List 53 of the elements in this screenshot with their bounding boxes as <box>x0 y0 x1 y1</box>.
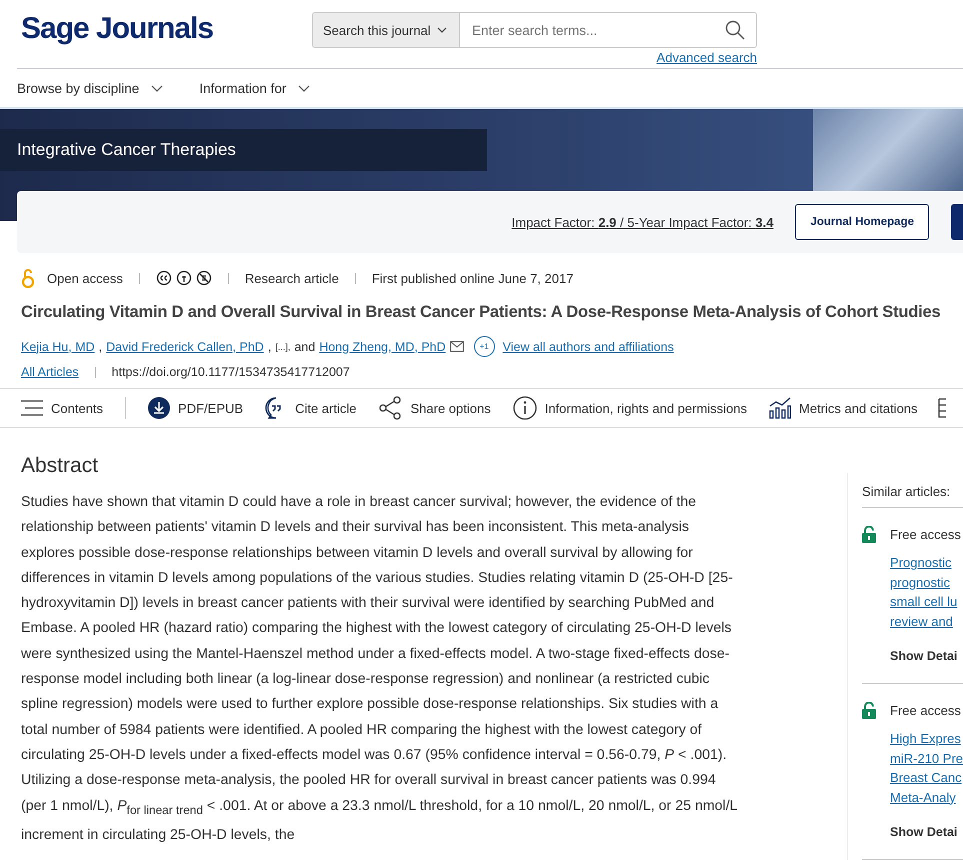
open-lock-icon <box>862 526 876 543</box>
bar-chart-icon <box>769 397 792 419</box>
comma-text: , <box>268 340 272 354</box>
abstract-heading: Abstract <box>21 454 100 478</box>
chevron-down-icon <box>151 84 164 92</box>
access-label: Free access <box>890 527 961 542</box>
view-all-authors-link[interactable]: View all authors and affiliations <box>502 340 674 354</box>
menu-icon <box>21 400 43 416</box>
article-type: Research article <box>244 270 339 286</box>
open-lock-icon <box>21 268 35 288</box>
all-articles-link[interactable]: All Articles <box>21 365 79 379</box>
author-link[interactable]: Hong Zheng, MD, PhD <box>319 340 446 354</box>
nav-menu[interactable]: Information for <box>199 80 310 96</box>
download-icon <box>148 397 170 419</box>
similar-articles-heading: Similar articles: <box>862 473 963 508</box>
site-logo[interactable]: Sage Journals <box>21 12 312 46</box>
toolbar-button[interactable]: Cite article <box>265 397 356 419</box>
advanced-search-link[interactable]: Advanced search <box>656 50 757 65</box>
abstract-paragraph: Studies have shown that vitamin D could have a role in breast cancer survival; however, the evidence of the relationship between patients' vitamin D levels and their survival has been inconsistent. This meta-analysis explores possible dose-response relationships between vitamin D levels and overall survival by allowing for differences in vitamin D levels among populations of the various studies. Studies relating vitamin D (25-OH-D [25-hydroxyvitamin D]) levels in breast cancer patients with their survival were identified by searching PubMed and Embase. A pooled HR (hazard ratio) comparing the highest with the lowest category of circulating 25-OH-D levels were synthesized using the Mantel-Haenszel method under a fixed-effects model. A two-stage fixed-effects dose-response model including both linear (a log-linear dose-response regression) and nonlinear (a restricted cubic spline regression) models were used to further explore possible dose-response relationships. Six studies with a total number of 5984 patients were identified. A pooled HR comparing the highest with the lowest category of circulating 25-OH-D levels under a fixed-effects model was 0.67 (95% confidence interval = 0.56-0.79, P < .001). Utilizing a dose-response meta-analysis, the pooled HR for overall survival in breast cancer patients was 0.994 (per 1 nmol/L), P$_{for linear trend}$ < .001. At or above a 23.3 nmol/L threshold, for a 10 nmol/L, 20 nmol/L, or 25 nmol/L increment in circulating 25-OH-D levels, the <box>21 493 738 845</box>
toolbar-button[interactable]: PDF/EPUB <box>148 397 244 419</box>
license-icons <box>156 270 212 286</box>
publish-date: First published online June 7, 2017 <box>372 270 574 286</box>
search-field[interactable]: Enter search terms... <box>460 12 757 48</box>
impact-factor-text: Impact Factor: 2.9 / 5-Year Impact Factor: 3.4 <box>512 214 774 230</box>
access-label: Open access <box>47 270 123 286</box>
article-link[interactable]: High Expres miR-210 Pre Breast Canc Meta-Analy <box>890 729 963 807</box>
toolbar-button[interactable]: Share options <box>378 396 491 420</box>
access-label: Free access <box>890 703 961 718</box>
ellipsis-text: [...], <box>275 342 290 352</box>
show-details-button[interactable]: Show Detai <box>890 649 958 663</box>
article-link[interactable]: Prognostic prognostic small cell lu review and <box>890 553 963 631</box>
open-lock-icon <box>862 702 876 719</box>
info-icon <box>512 396 537 420</box>
share-icon <box>378 396 402 420</box>
toolbar-button[interactable]: Metrics and citations <box>769 397 918 419</box>
chevron-down-icon <box>298 84 310 92</box>
show-details-button[interactable]: Show Detai <box>890 825 958 839</box>
and-text: and <box>294 340 316 354</box>
author-link[interactable]: Kejia Hu, MD <box>21 340 95 354</box>
journal-title: Integrative Cancer Therapies <box>0 129 487 171</box>
doi-text: https://doi.org/10.1177/1534735417712007 <box>112 365 350 379</box>
author-link[interactable]: David Frederick Callen, PhD <box>106 340 264 354</box>
chevron-down-icon <box>436 27 447 33</box>
article-title: Circulating Vitamin D and Overall Survival in Breast Cancer Patients: A Dose-Response Meta-Analysis of Cohort Studies <box>21 303 942 322</box>
envelope-icon[interactable] <box>450 341 464 352</box>
more-authors-badge[interactable]: +1 <box>474 336 495 357</box>
toolbar-button[interactable]: Information, rights and permissions <box>512 396 748 420</box>
nav-menu[interactable]: Browse by discipline <box>17 80 164 96</box>
search-icon <box>725 20 745 40</box>
toolbar-button[interactable]: Contents <box>21 400 104 416</box>
comma-text: , <box>98 340 102 354</box>
journal-homepage-button[interactable]: Journal Homepage <box>795 204 929 240</box>
search-scope-dropdown[interactable]: Search this journal <box>312 12 460 48</box>
